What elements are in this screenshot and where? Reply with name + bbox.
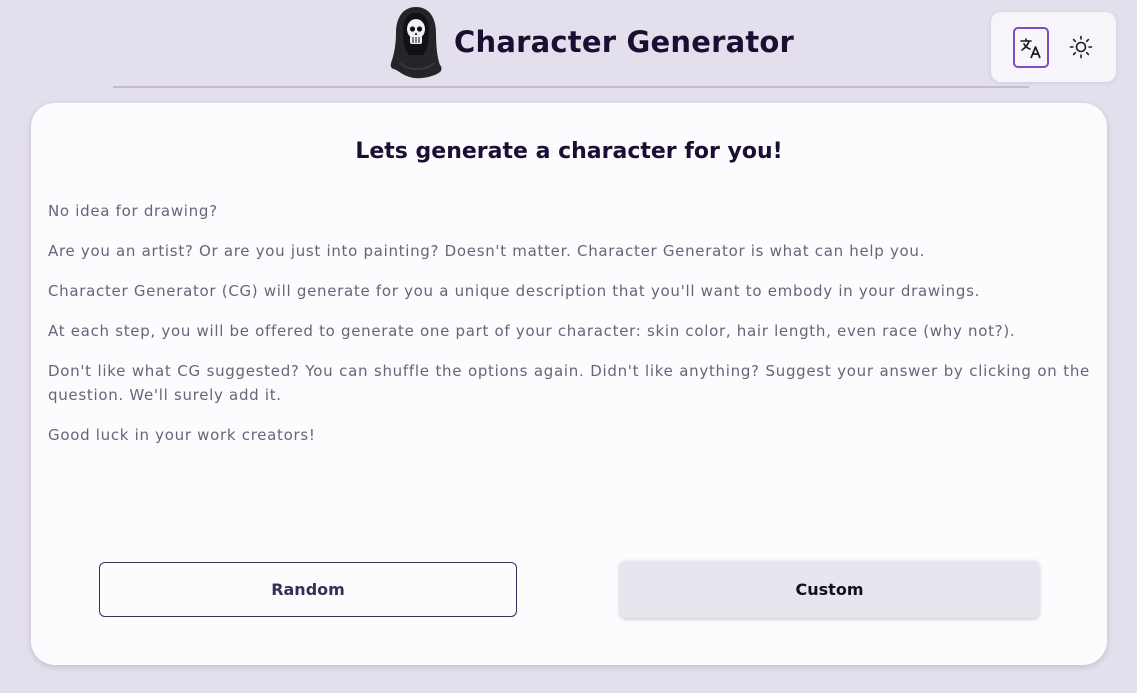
translate-icon — [1020, 37, 1041, 58]
intro-paragraph: Don't like what CG suggested? You can sh… — [48, 362, 1090, 404]
intro-text: No idea for drawing? Are you an artist? … — [48, 199, 1090, 463]
header: Character Generator — [0, 0, 1137, 90]
toolbar — [991, 12, 1116, 82]
intro-paragraph: Are you an artist? Or are you just into … — [48, 242, 926, 260]
intro-paragraph: At each step, you will be offered to gen… — [48, 322, 1016, 340]
header-divider — [113, 86, 1029, 88]
custom-button[interactable]: Custom — [620, 561, 1039, 618]
intro-paragraph: No idea for drawing? — [48, 202, 218, 220]
sun-icon — [1069, 35, 1093, 59]
random-button[interactable]: Random — [99, 562, 517, 617]
brand: Character Generator — [388, 4, 794, 80]
translate-button[interactable] — [1013, 27, 1049, 68]
intro-card: Lets generate a character for you! No id… — [31, 103, 1107, 665]
theme-toggle-button[interactable] — [1063, 29, 1099, 65]
grim-reaper-skull-icon — [390, 7, 442, 79]
intro-paragraph: Good luck in your work creators! — [48, 426, 316, 444]
page-heading: Lets generate a character for you! — [355, 139, 783, 164]
intro-paragraph: Character Generator (CG) will generate f… — [48, 282, 981, 300]
app-title: Character Generator — [454, 25, 795, 59]
